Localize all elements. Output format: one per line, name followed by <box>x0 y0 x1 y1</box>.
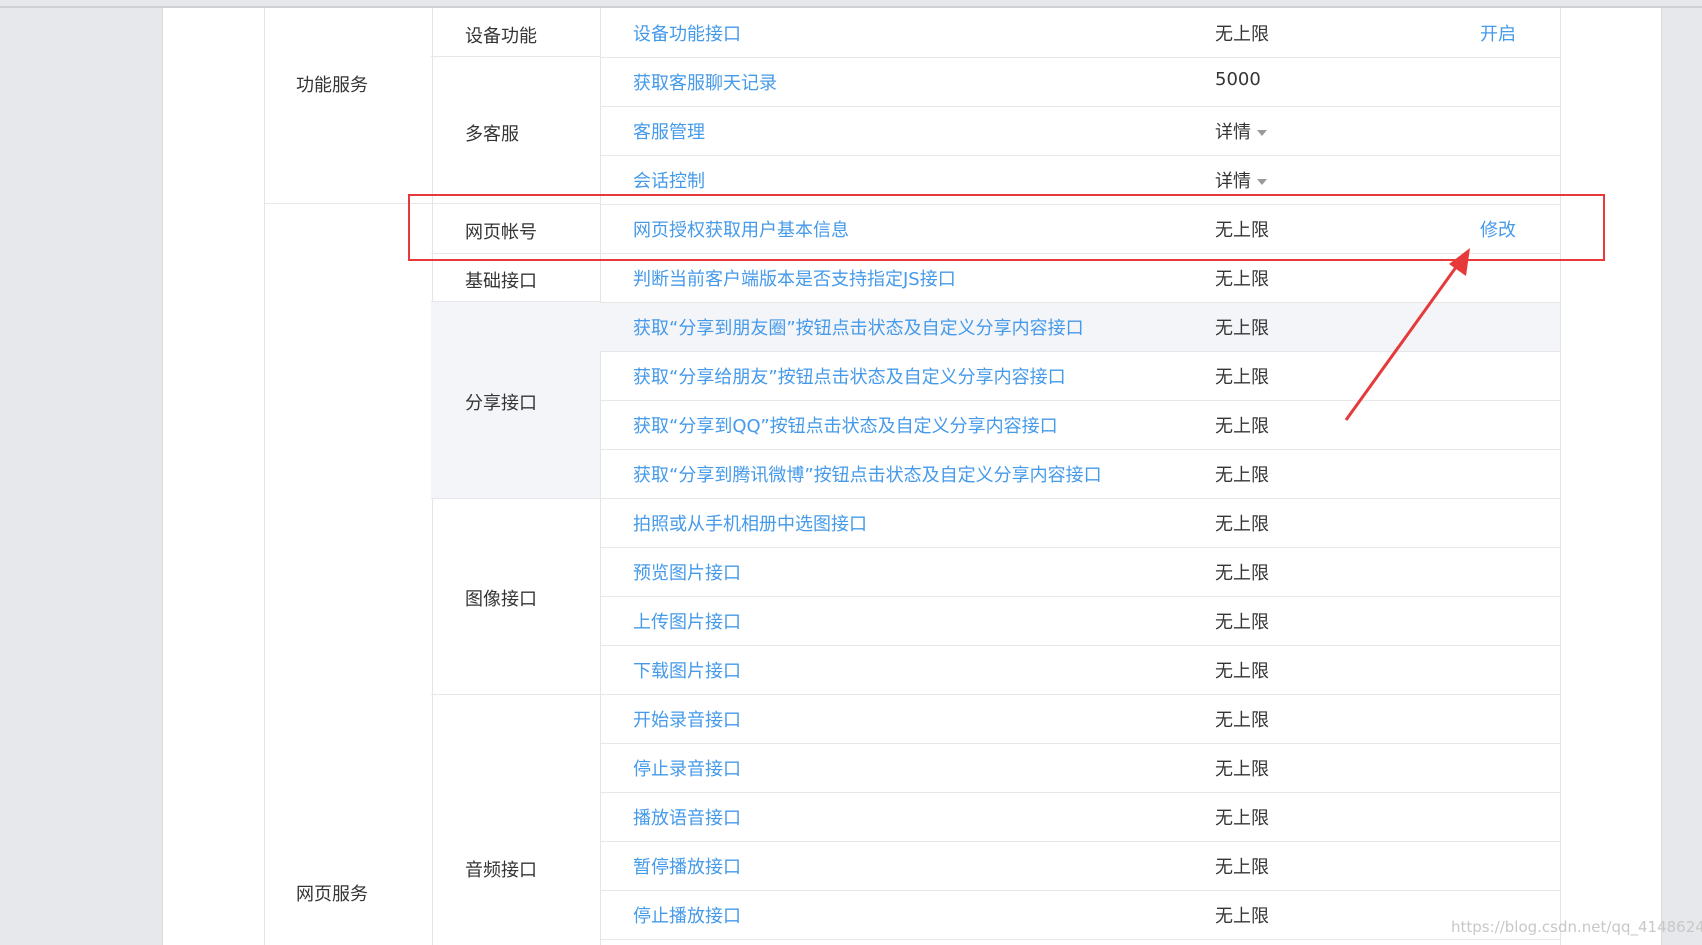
watermark: https://blog.csdn.net/qq_41486247 <box>1451 918 1702 936</box>
annotation-arrow-icon <box>1344 248 1470 421</box>
